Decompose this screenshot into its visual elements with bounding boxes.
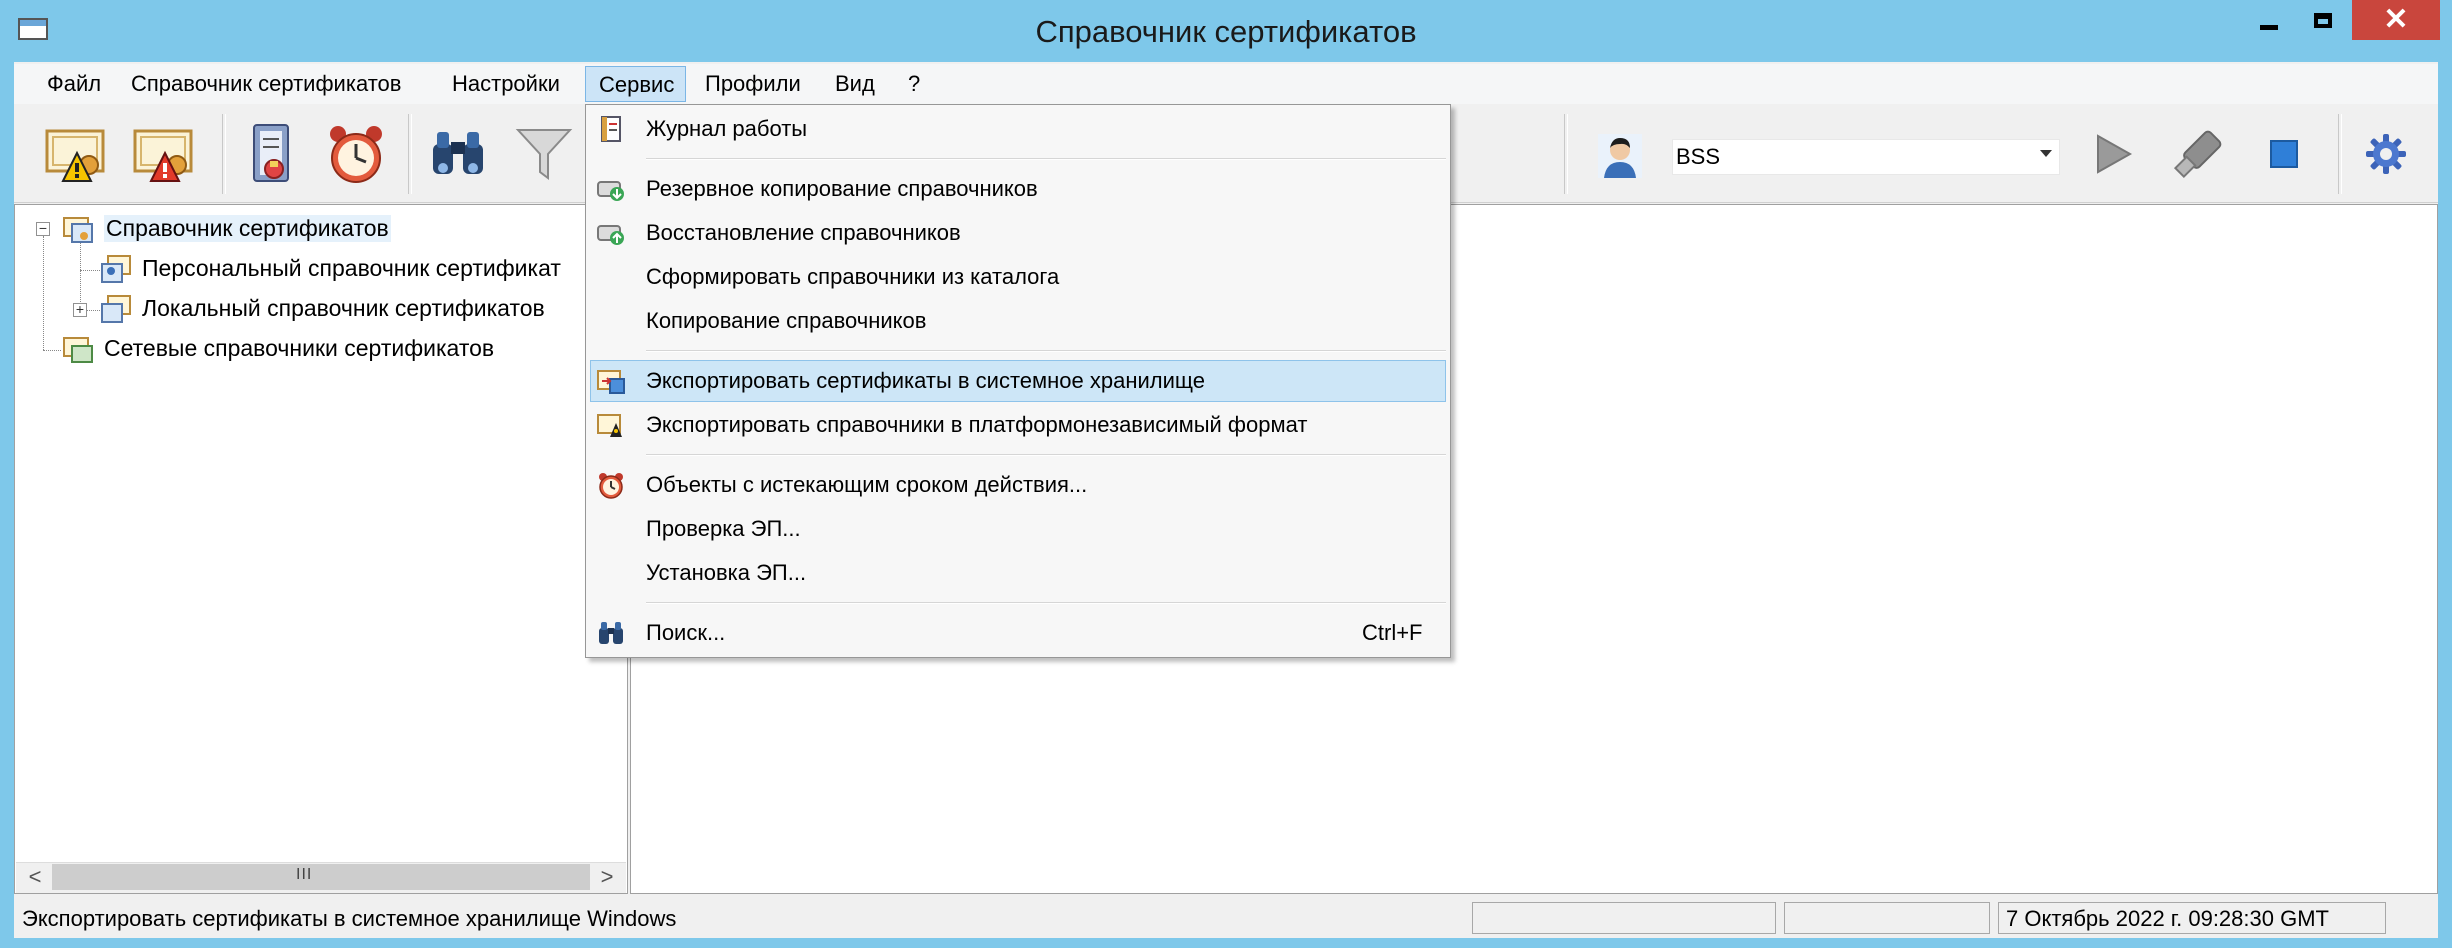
certificate-error-button[interactable] [128,118,200,190]
tree-item-network[interactable]: Сетевые справочники сертификатов [104,335,494,362]
scroll-left-button[interactable]: < [18,862,52,892]
revocation-list-button[interactable] [236,118,308,190]
certificate-directory-icon [63,217,93,243]
menu-item-label: Экспортировать справочники в платформоне… [646,412,1308,437]
export-format-icon [596,410,626,440]
expiring-objects-button[interactable] [320,118,392,190]
minimize-button[interactable] [2244,0,2294,40]
usb-token-button[interactable] [2162,118,2234,190]
toolbar-separator [2338,114,2342,194]
tree-item-personal[interactable]: Персональный справочник сертификат [142,255,561,282]
local-directory-icon [101,295,131,323]
scrollbar-thumb[interactable] [52,864,590,890]
close-icon: ✕ [2383,3,2409,36]
alarm-clock-icon [330,126,382,183]
revocation-list-icon [253,124,289,182]
chevron-down-icon[interactable] [2040,150,2052,157]
settings-button[interactable] [2350,118,2422,190]
backup-icon [596,174,626,204]
tree-item-icon [62,214,94,244]
certificate-warning-button[interactable] [40,118,112,190]
binoculars-icon [596,618,626,648]
minimize-icon [2260,24,2278,30]
user-avatar-icon [1598,134,1642,178]
tree-item-local[interactable]: Локальный справочник сертификатов [142,295,545,322]
status-panel [1472,902,1776,934]
profile-select[interactable] [1672,139,2060,175]
restore-icon [596,218,626,248]
menu-item-label: Резервное копирование справочников [646,176,1038,201]
menu-separator [646,602,1446,604]
menu-certificate-directory[interactable]: Справочник сертификатов [118,66,414,102]
tree-line [43,236,44,350]
toolbar-separator [222,114,226,194]
toolbar-separator [408,114,412,194]
menu-item-shortcut: Ctrl+F [1362,620,1423,645]
certificate-warning-icon [45,129,105,182]
menu-file[interactable]: Файл [34,66,114,102]
menu-view[interactable]: Вид [822,66,888,102]
tree-line [86,310,100,311]
menu-separator [646,454,1446,456]
maximize-button[interactable] [2298,0,2348,40]
personal-directory-icon [101,255,131,283]
certificate-error-icon [133,129,193,182]
menu-help[interactable]: ? [895,66,933,102]
menu-profiles[interactable]: Профили [692,66,814,102]
tree-item-icon [100,254,132,284]
menu-settings[interactable]: Настройки [439,66,573,102]
tree-item-icon [62,334,94,364]
export-store-icon [596,366,626,396]
status-panel [1784,902,1990,934]
tree-item-root[interactable]: Справочник сертификатов [104,215,391,242]
toolbar-separator [1564,114,1568,194]
tree-line [80,270,100,271]
scrollbar-grip: III [296,866,313,883]
profile-user-button[interactable] [1598,134,1642,178]
close-button[interactable]: ✕ [2352,0,2440,40]
filter-icon [515,129,573,180]
menu-item-label: Копирование справочников [646,308,927,333]
tree-collapse-toggle[interactable]: − [36,221,50,236]
tree-expand-toggle[interactable]: + [73,302,87,317]
scroll-right-button[interactable]: > [590,862,624,892]
journal-icon [596,114,626,144]
menu-item-label: Сформировать справочники из каталога [646,264,1060,289]
window-title: Справочник сертификатов [1035,14,1417,49]
menu-item-label: Восстановление справочников [646,220,961,245]
menu-item-label: Установка ЭП... [646,560,807,585]
stop-button[interactable] [2248,118,2320,190]
status-message: Экспортировать сертификаты в системное х… [22,906,677,931]
menu-item-label: Объекты с истекающим сроком действия... [646,472,1088,497]
menu-service[interactable]: Сервис [585,66,686,102]
tree-line [80,240,81,310]
search-button[interactable] [422,118,494,190]
menu-item-label: Поиск... [646,620,726,645]
settings-gear-icon [2366,134,2406,174]
alarm-clock-icon [596,470,626,500]
filter-button[interactable] [508,118,580,190]
menu-item-label: Журнал работы [646,116,808,141]
menu-item-label: Проверка ЭП... [646,516,801,541]
network-directory-icon [63,337,93,363]
play-icon [2097,134,2133,174]
maximize-icon [2314,12,2332,28]
stop-icon [2270,140,2298,168]
play-button[interactable] [2076,118,2148,190]
menu-separator [646,350,1446,352]
menu-item-label: Экспортировать сертификаты в системное х… [646,368,1206,393]
tree-line [43,350,61,351]
menu-separator [646,158,1446,160]
tree-item-icon [100,294,132,324]
profile-select-value: BSS [1676,144,1721,169]
binoculars-icon [433,132,483,174]
usb-token-icon [2173,130,2222,179]
status-datetime: 7 Октябрь 2022 г. 09:28:30 GMT [2006,906,2329,931]
